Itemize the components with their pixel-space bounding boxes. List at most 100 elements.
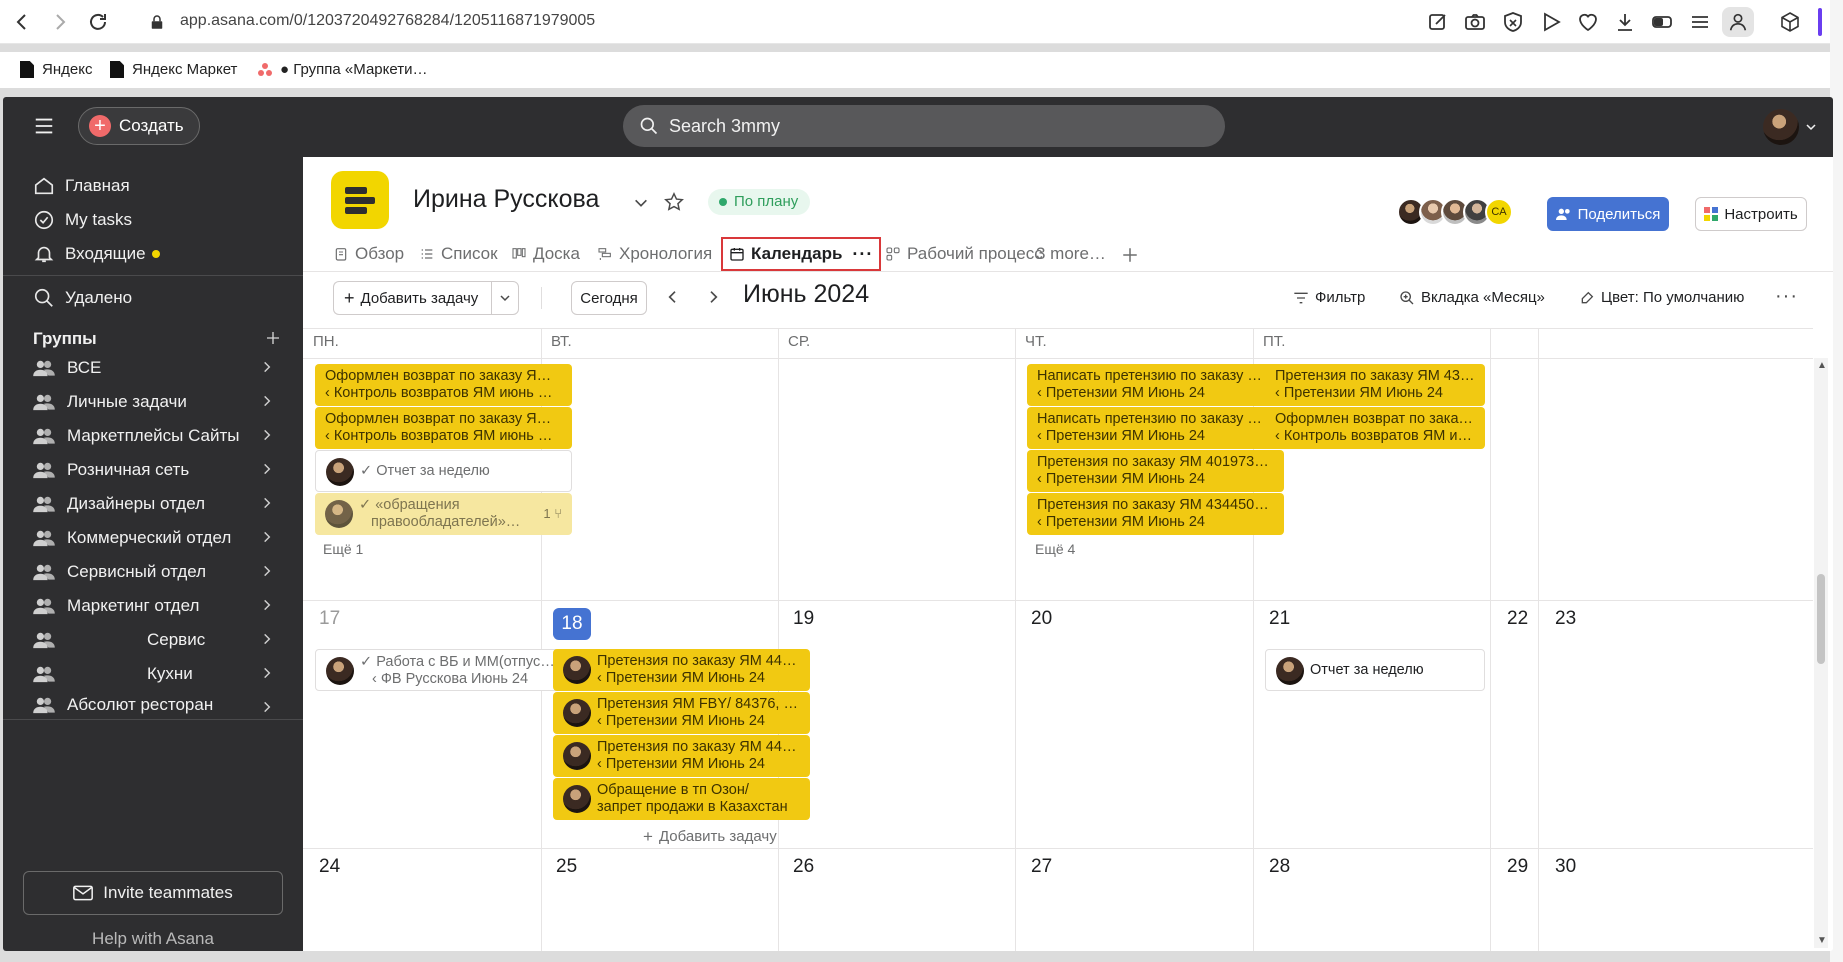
calendar-task[interactable]: Оформлен возврат по заказу Я…‹ Контроль … — [1265, 407, 1485, 449]
create-button[interactable]: + Создать — [78, 107, 200, 145]
camera-icon[interactable] — [1463, 10, 1487, 34]
sidebar-group-kitchens[interactable]: Кухни — [33, 657, 278, 691]
cube-icon[interactable] — [1778, 10, 1802, 34]
more-options-icon[interactable]: ··· — [852, 244, 873, 265]
sidebar-group-personal[interactable]: Личные задачи — [33, 385, 278, 419]
chevron-down-icon[interactable] — [1805, 121, 1817, 133]
lock-icon[interactable] — [148, 10, 166, 34]
chevron-right-icon — [260, 462, 274, 476]
sidebar-group-service[interactable]: Сервис — [33, 623, 278, 657]
back-icon[interactable] — [10, 10, 34, 34]
sidebar-group-designers[interactable]: Дизайнеры отдел — [33, 487, 278, 521]
tab-board[interactable]: Доска — [511, 237, 580, 271]
scroll-up-icon[interactable]: ▲ — [1817, 360, 1827, 371]
user-avatar[interactable] — [1763, 109, 1799, 145]
address-bar[interactable]: app.asana.com/0/1203720492768284/1205116… — [180, 12, 595, 30]
chevron-right-icon[interactable] — [705, 289, 721, 305]
calendar-task[interactable]: Оформлен возврат по заказу Я…‹ Контроль … — [315, 364, 572, 406]
hamburger-menu-icon[interactable] — [33, 115, 55, 137]
forward-icon[interactable] — [48, 10, 72, 34]
tab-more[interactable]: 3 more… — [1036, 237, 1106, 271]
tab-list[interactable]: Список — [419, 237, 498, 271]
share-button[interactable]: Поделиться — [1547, 197, 1669, 231]
tab-calendar[interactable]: Календарь ··· — [721, 237, 882, 271]
calendar-task[interactable]: Написать претензию по заказу … ‹ Претензи… — [1027, 364, 1284, 406]
calendar-task[interactable]: Претензия по заказу ЯМ 434450… ‹ Претензи… — [1027, 493, 1284, 535]
tab-workflow[interactable]: Рабочий процесс — [885, 237, 1043, 271]
profile-icon[interactable] — [1722, 7, 1754, 37]
add-group-plus-icon[interactable] — [265, 330, 281, 346]
bookmark-group[interactable]: ● Группа «Маркети… — [258, 61, 427, 78]
invite-teammates-button[interactable]: Invite teammates — [23, 871, 283, 915]
download-icon[interactable] — [1613, 10, 1637, 34]
sidebar-item-home[interactable]: Главная — [33, 175, 130, 197]
heart-icon[interactable] — [1576, 10, 1600, 34]
search-input[interactable]: Search 3mmy — [623, 105, 1225, 147]
tab-overview[interactable]: Обзор — [333, 237, 404, 271]
bookmark-yandex[interactable]: Яндекс — [20, 61, 92, 78]
edit-icon[interactable] — [1426, 10, 1450, 34]
show-more-link[interactable]: Ещё 4 — [1035, 541, 1075, 557]
calendar-task[interactable]: ✓ «обращения правообладателей»… 1 ⑂ — [315, 493, 572, 535]
chevron-right-icon — [260, 428, 274, 442]
calendar-task[interactable]: ✓ Отчет за неделю — [315, 450, 572, 492]
bookmark-yandex-market[interactable]: Яндекс Маркет — [110, 61, 237, 78]
filter-button[interactable]: Фильтр — [1293, 289, 1365, 306]
view-month-button[interactable]: Вкладка «Месяц» — [1399, 289, 1545, 306]
day-number: 25 — [556, 856, 578, 877]
more-options-icon[interactable]: ··· — [1775, 285, 1798, 308]
extension-toggle-icon[interactable] — [1650, 10, 1674, 34]
status-badge[interactable]: По плану — [708, 189, 811, 215]
browser-toolbar: app.asana.com/0/1203720492768284/1205116… — [0, 0, 1843, 44]
calendar-scrollbar[interactable]: ▲ ▼ — [1814, 358, 1828, 948]
calendar-task[interactable]: Претензия по заказу ЯМ 44… ‹ Претензии ЯМ… — [553, 735, 810, 777]
add-task-dropdown[interactable] — [491, 281, 519, 315]
sidebar-group-marketing[interactable]: Маркетинг отдел — [33, 589, 278, 623]
sidebar-item-inbox[interactable]: Входящие — [33, 243, 160, 265]
chevron-down-icon[interactable] — [633, 195, 649, 211]
calendar-task[interactable]: Претензия по заказу ЯМ 44… ‹ Претензии ЯМ… — [553, 649, 810, 691]
today-button[interactable]: Сегодня — [571, 281, 647, 315]
sidebar-group-retail[interactable]: Розничная сеть — [33, 453, 278, 487]
scroll-thumb[interactable] — [1817, 574, 1825, 664]
project-logo-icon[interactable] — [331, 171, 389, 229]
calendar-task[interactable]: Претензия по заказу ЯМ 401973… ‹ Претензи… — [1027, 450, 1284, 492]
play-icon[interactable] — [1539, 10, 1563, 34]
day-number: 21 — [1269, 608, 1291, 629]
show-more-link[interactable]: Ещё 1 — [323, 541, 363, 557]
customize-button[interactable]: Настроить — [1695, 197, 1807, 231]
day-number: 19 — [793, 608, 815, 629]
calendar-task[interactable]: Обращение в тп Озон/запрет продажи в Каз… — [553, 778, 810, 820]
calendar-task[interactable]: Претензия по заказу ЯМ 433877…‹ Претензи… — [1265, 364, 1485, 406]
project-title[interactable]: Ирина Русскова — [413, 185, 599, 214]
page-icon — [20, 61, 34, 78]
chevron-left-icon[interactable] — [665, 289, 681, 305]
add-tab-plus-icon[interactable] — [1121, 246, 1139, 264]
calendar-task[interactable]: Оформлен возврат по заказу Я…‹ Контроль … — [315, 407, 572, 449]
calendar-task[interactable]: Написать претензию по заказу … ‹ Претензи… — [1027, 407, 1284, 449]
sidebar-group-restaurant[interactable]: Абсолют ресторан — [33, 691, 278, 719]
tab-timeline[interactable]: Хронология — [597, 237, 712, 271]
reload-icon[interactable] — [86, 10, 110, 34]
calendar-task[interactable]: Претензия ЯМ FBY/ 84376, … ‹ Претензии ЯМ… — [553, 692, 810, 734]
sidebar-item-deleted[interactable]: Удалено — [33, 287, 132, 309]
sidebar-group-commercial[interactable]: Коммерческий отдел — [33, 521, 278, 555]
menu-lines-icon[interactable] — [1688, 10, 1712, 34]
star-icon[interactable] — [663, 191, 685, 213]
scroll-down-icon[interactable]: ▼ — [1817, 935, 1827, 946]
shield-icon[interactable] — [1501, 10, 1525, 34]
sidebar-group-marketplaces[interactable]: Маркетплейсы Сайты — [33, 419, 278, 453]
team-icon — [33, 529, 55, 547]
chevron-right-icon — [260, 564, 274, 578]
add-task-link[interactable]: + Добавить задачу — [643, 828, 777, 845]
sidebar-group-all[interactable]: ВСЕ — [33, 351, 278, 385]
color-button[interactable]: Цвет: По умолчанию — [1579, 289, 1744, 306]
calendar-task[interactable]: Отчет за неделю — [1265, 649, 1485, 691]
help-link[interactable]: Help with Asana — [3, 929, 303, 949]
divider — [1015, 328, 1016, 951]
member-initials-avatar[interactable]: CA — [1485, 198, 1513, 226]
calendar-task[interactable]: ✓ Работа с ВБ и ММ(отпус… ‹ ФВ Русскова И… — [315, 649, 572, 691]
add-task-button[interactable]: + Добавить задачу — [333, 281, 491, 315]
sidebar-item-my-tasks[interactable]: My tasks — [33, 209, 132, 231]
sidebar-group-service-dept[interactable]: Сервисный отдел — [33, 555, 278, 589]
